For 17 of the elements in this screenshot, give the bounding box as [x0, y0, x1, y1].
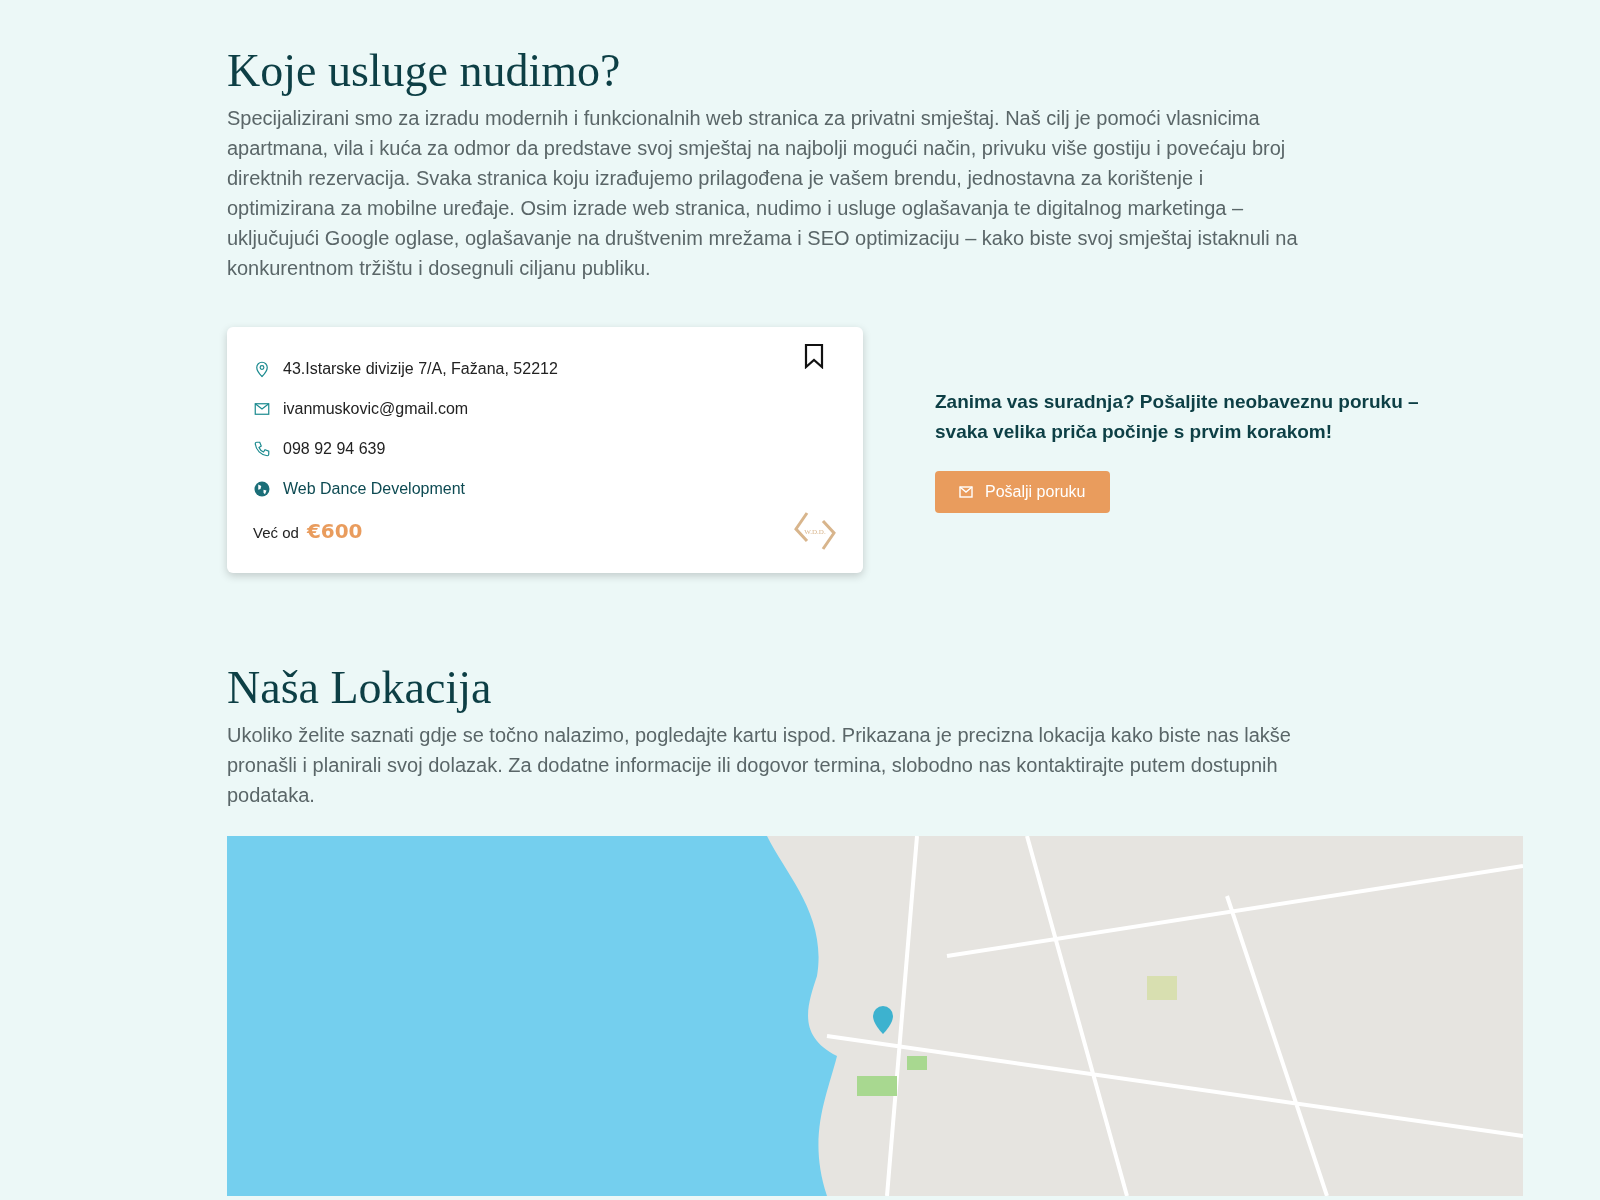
- mail-icon: [959, 486, 973, 498]
- bookmark-icon[interactable]: [803, 343, 825, 369]
- address-text: 43.Istarske divizije 7/A, Fažana, 52212: [283, 360, 558, 378]
- location-paragraph: Ukoliko želite saznati gdje se točno nalazimo, pogledajte kartu ispod. Prikazana je precizna lokacija kako biste nas lakše pronašli i planirali svoj dolazak. Za dodatne informacije ili dogovor termina, slobodno nas kontaktirajte putem dostupnih podataka.: [227, 723, 1292, 808]
- location-pin-icon: [253, 360, 271, 378]
- section-heading: Naša Lokacija: [227, 661, 493, 714]
- price-label: Već od: [253, 524, 299, 541]
- phone-text: 098 92 94 639: [283, 440, 386, 458]
- price: €600: [306, 519, 363, 543]
- mail-icon: [253, 400, 271, 418]
- services-paragraph: Specijalizirani smo za izradu modernih i funkcionalnih web stranica za privatni smještaj. Naš cilj je pomoći vlasnicima apartmana, vila i kuća za odmor da predstave svoj smještaj na najbolji mogući način, privuku više gostiju i povećaju broj direktnih rezervacija. Svaka stranica koju izrađujemo prilagođena je vašem brendu, jednostavna za korištenje i optimizirana za mobilne uređaje. Osim izrade web stranica, nudimo i usluge oglašavanja te digitalnog marketinga – uključujući Google oglase, oglašavanje na društvenim mrežama i SEO optimizaciju – kako biste svoj smještaj istaknuli na konkurentnom tržištu i dosegnuli ciljanu publiku.: [227, 106, 1299, 281]
- section-heading: Koje usluge nudimo?: [227, 44, 622, 97]
- website-link[interactable]: Web Dance Development: [283, 480, 466, 498]
- email-text: ivanmuskovic@gmail.com: [283, 400, 469, 418]
- globe-icon: [253, 480, 271, 498]
- phone-icon: [253, 440, 271, 458]
- cta-text: Zanima vas suradnja? Pošaljite neobaveznu poruku – svaka velika priča počinje s prvim korakom!: [935, 390, 1420, 444]
